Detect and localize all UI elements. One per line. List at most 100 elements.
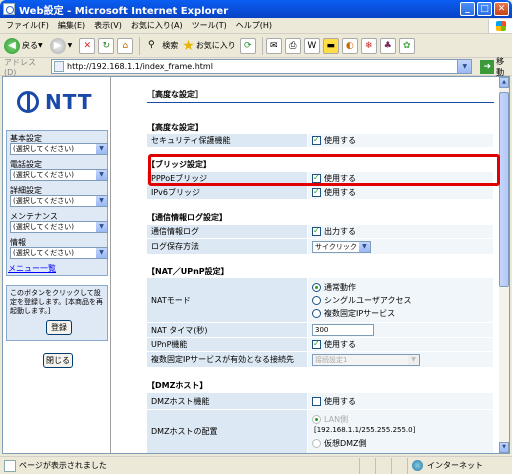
radio-multi-ip[interactable] bbox=[312, 308, 321, 318]
log-save-label: ログ保存方法 bbox=[147, 239, 307, 254]
maximize-button[interactable]: □ bbox=[477, 2, 492, 16]
menu-help[interactable]: ヘルプ(H) bbox=[236, 20, 272, 31]
messenger-icon[interactable]: ◐ bbox=[341, 37, 358, 54]
address-label: アドレス(D) bbox=[4, 57, 36, 77]
nav-select-detail[interactable]: (選択してください) bbox=[10, 195, 108, 207]
dmz-host-checkbox[interactable] bbox=[312, 396, 321, 406]
close-window-button[interactable]: 閉じる bbox=[43, 353, 73, 368]
minimize-button[interactable]: _ bbox=[460, 2, 475, 16]
media-icon[interactable]: ♣ bbox=[379, 37, 396, 54]
section-nat-title: 【NAT／UPnP設定】 bbox=[147, 267, 229, 276]
row-multi-ip-target: 複数固定IPサービスが有効となる接続先 接続設定1 bbox=[147, 352, 493, 367]
nav-select-basic[interactable]: (選択してください) bbox=[10, 143, 108, 155]
log-output-cell: 出力する bbox=[308, 225, 493, 238]
toolbar-separator bbox=[261, 36, 263, 55]
browser-content: NTT 基本設定 (選択してください) 電話設定 (選択してください) 詳細設定… bbox=[2, 76, 510, 454]
nat-mode-option-multi[interactable]: 複数固定IPサービス bbox=[312, 307, 395, 320]
scroll-thumb[interactable] bbox=[499, 92, 509, 287]
scroll-down-icon[interactable]: ▼ bbox=[499, 442, 509, 453]
nat-mode-single-label: シングルユーザアクセス bbox=[324, 295, 412, 305]
status-pane bbox=[375, 457, 391, 474]
globe-icon bbox=[412, 460, 423, 471]
mail-icon[interactable]: ✉ bbox=[265, 37, 282, 54]
left-nav-frame: NTT 基本設定 (選択してください) 電話設定 (選択してください) 詳細設定… bbox=[3, 77, 111, 453]
upnp-checkbox[interactable] bbox=[312, 339, 321, 349]
home-icon[interactable]: ⌂ bbox=[117, 37, 134, 54]
forward-button[interactable]: ▶ ▼ bbox=[49, 37, 76, 54]
page-title: ［高度な設定］ bbox=[147, 90, 203, 99]
research-icon[interactable]: ❄ bbox=[360, 37, 377, 54]
nav-group-info: 情報 (選択してください) bbox=[10, 237, 108, 259]
security-label: セキュリティ保護機能 bbox=[147, 134, 307, 147]
favorites-button[interactable]: ★ お気に入り bbox=[182, 38, 236, 54]
menu-view[interactable]: 表示(V) bbox=[94, 20, 122, 31]
discuss-icon[interactable]: ▬ bbox=[322, 37, 339, 54]
nav-select-info[interactable]: (選択してください) bbox=[10, 247, 108, 259]
back-button[interactable]: ◀ 戻る ▼ bbox=[4, 37, 46, 54]
dmz-option-virtual[interactable]: 仮想DMZ側 bbox=[312, 437, 367, 450]
nav-select-phone[interactable]: (選択してください) bbox=[10, 169, 108, 181]
nav-select-maintenance[interactable]: (選択してください) bbox=[10, 221, 108, 233]
page-status-icon bbox=[4, 459, 16, 472]
stop-icon[interactable]: ✕ bbox=[79, 37, 96, 54]
print-icon[interactable]: ⎙ bbox=[284, 37, 301, 54]
nat-mode-option-normal[interactable]: 通常動作 bbox=[312, 281, 356, 294]
refresh-icon[interactable]: ↻ bbox=[98, 37, 115, 54]
menu-list-link[interactable]: メニュー一覧 bbox=[8, 263, 56, 274]
security-zone: インターネット bbox=[407, 457, 493, 474]
window-title: Web設定 - Microsoft Internet Explorer bbox=[19, 5, 229, 17]
register-info-text: このボタンをクリックして設定を登録します。[本商品を再起動します。] bbox=[10, 289, 104, 315]
dmz-placement-label: DMZホストの配置 bbox=[147, 410, 307, 453]
nav-group-phone: 電話設定 (選択してください) bbox=[10, 159, 108, 181]
register-button[interactable]: 登録 bbox=[46, 320, 72, 335]
edit-icon[interactable]: W bbox=[303, 37, 320, 54]
search-icon: ⚲ bbox=[147, 39, 155, 50]
nat-timer-input[interactable]: 300 bbox=[312, 324, 374, 336]
history-icon[interactable]: ⟳ bbox=[239, 37, 256, 54]
close-button[interactable]: ✕ bbox=[494, 2, 509, 16]
address-input[interactable]: http://192.168.1.1/index_frame.html ▼ bbox=[51, 59, 473, 74]
nav-group-basic: 基本設定 (選択してください) bbox=[10, 133, 108, 155]
highlight-annotation bbox=[148, 154, 500, 186]
scroll-up-icon[interactable]: ▲ bbox=[499, 77, 509, 88]
nav-menu-box: 基本設定 (選択してください) 電話設定 (選択してください) 詳細設定 (選択… bbox=[6, 130, 108, 276]
multi-ip-target-select[interactable]: 接続設定1 bbox=[312, 353, 420, 366]
chevron-down-icon: ▼ bbox=[38, 42, 43, 49]
section-log-title: 【通信情報ログ設定】 bbox=[147, 213, 227, 222]
radio-virtual-dmz[interactable] bbox=[312, 439, 321, 448]
row-ipv6-bridge: IPv6ブリッジ 使用する bbox=[147, 186, 493, 199]
ipv6-bridge-checkbox[interactable] bbox=[312, 187, 321, 197]
status-message: ページが表示されました bbox=[19, 461, 107, 470]
ipv6-bridge-label: IPv6ブリッジ bbox=[147, 186, 307, 199]
section-advanced-title: 【高度な設定】 bbox=[147, 123, 203, 132]
go-button[interactable]: ➜ 移動 bbox=[480, 56, 512, 78]
search-button[interactable]: ⚲ 検索 bbox=[143, 38, 178, 54]
menu-file[interactable]: ファイル(F) bbox=[6, 20, 49, 31]
radio-lan-side[interactable] bbox=[312, 415, 321, 424]
nav-group-label: 電話設定 bbox=[10, 160, 42, 169]
nat-mode-option-single[interactable]: シングルユーザアクセス bbox=[312, 294, 411, 307]
dmz-option-lan[interactable]: LAN側 bbox=[312, 413, 348, 426]
log-save-select[interactable]: サイクリック bbox=[312, 240, 371, 253]
nav-group-label: 詳細設定 bbox=[10, 186, 42, 195]
tools-icon[interactable]: ✿ bbox=[398, 37, 415, 54]
status-pane bbox=[391, 457, 407, 474]
radio-normal[interactable] bbox=[312, 282, 321, 292]
menu-edit[interactable]: 編集(E) bbox=[58, 20, 85, 31]
ie-icon bbox=[3, 3, 15, 15]
page-icon bbox=[54, 61, 65, 72]
address-dropdown-icon[interactable]: ▼ bbox=[457, 60, 472, 73]
menu-favorites[interactable]: お気に入り(A) bbox=[131, 20, 183, 31]
log-output-checkbox[interactable] bbox=[312, 226, 321, 236]
security-checkbox[interactable] bbox=[312, 135, 321, 145]
main-scrollbar[interactable]: ▲ ▼ bbox=[499, 77, 509, 453]
address-bar: アドレス(D) http://192.168.1.1/index_frame.h… bbox=[0, 56, 512, 78]
nat-mode-multi-label: 複数固定IPサービス bbox=[324, 308, 396, 318]
log-save-cell: サイクリック bbox=[308, 239, 493, 254]
star-icon: ★ bbox=[182, 37, 195, 54]
go-arrow-icon: ➜ bbox=[480, 59, 495, 74]
radio-single-user[interactable] bbox=[312, 295, 321, 305]
windows-logo-icon bbox=[488, 18, 512, 33]
menu-tools[interactable]: ツール(T) bbox=[192, 20, 227, 31]
title-bar: Web設定 - Microsoft Internet Explorer _ □ … bbox=[0, 0, 512, 18]
